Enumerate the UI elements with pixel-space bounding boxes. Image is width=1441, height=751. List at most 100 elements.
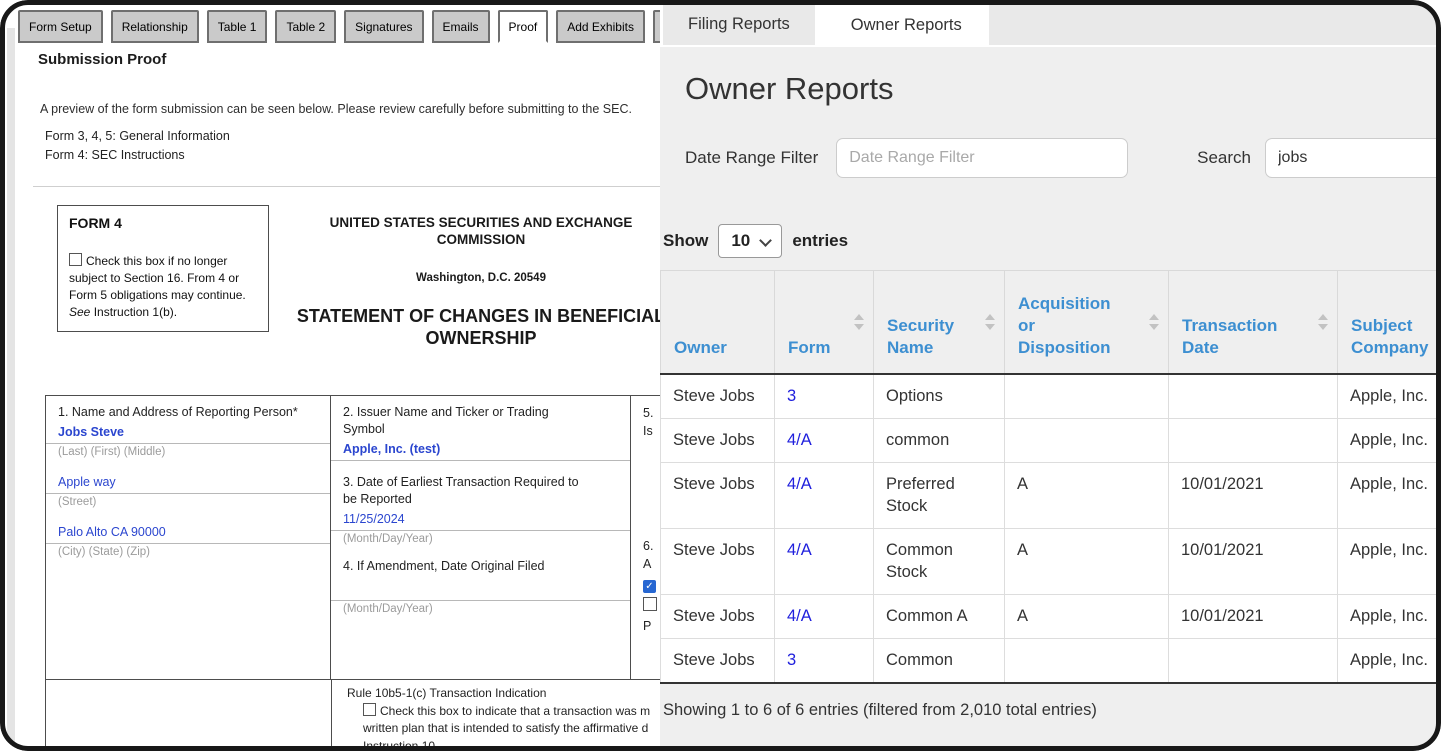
owner-reports-table: Owner Form Security Name Acquisition or … [660,270,1441,684]
owner-reports-panel: Filing Reports Owner Reports Owner Repor… [660,0,1441,751]
col-header-acquisition-or-disposition[interactable]: Acquisition or Disposition [1005,271,1169,375]
col-header-form[interactable]: Form [775,271,874,375]
instruction-ref: Instruction 1(b). [94,305,177,319]
section16-exit-check-label: Check this box if no longer subject to S… [69,253,257,321]
tab-owner-reports[interactable]: Owner Reports [826,3,987,47]
rule10b5-text-3: Instruction 10. [347,738,650,751]
proof-intro-text: A preview of the form submission can be … [40,102,632,116]
sort-icon[interactable] [1318,313,1328,331]
see-word: See [69,305,90,319]
cell-form: 4/A [775,595,874,639]
reporting-person-name: Jobs Steve [58,424,318,440]
cell-subject-company: Apple, Inc. [1338,595,1441,639]
joint-filing-checkbox[interactable] [643,597,657,611]
cell-transaction-date: 10/01/2021 [1169,595,1338,639]
rule10b5-checkbox[interactable] [363,703,376,716]
form-link[interactable]: 4/A [787,475,812,493]
date-range-filter-label: Date Range Filter [685,148,818,168]
tab-filing-reports[interactable]: Filing Reports [663,3,815,45]
col-header-security-name[interactable]: Security Name [874,271,1005,375]
tab-table-1[interactable]: Table 1 [207,10,268,43]
field-underline [331,600,630,601]
table-row: Steve Jobs 4/A Preferred Stock A 10/01/2… [661,463,1441,529]
col-label: Subject Company [1351,316,1428,357]
col-header-owner[interactable]: Owner [661,271,775,375]
sec-header-block: UNITED STATES SECURITIES AND EXCHANGE CO… [295,214,667,349]
cell-owner: Steve Jobs [661,419,775,463]
cell-subject-company: Apple, Inc. [1338,529,1441,595]
form-link[interactable]: 3 [787,651,796,669]
cell-transaction-date [1169,419,1338,463]
cell-owner: Steve Jobs [661,374,775,419]
table-info-text: Showing 1 to 6 of 6 entries (filtered fr… [660,684,1441,720]
sort-icon[interactable] [854,313,864,331]
date-format-hint: (Month/Day/Year) [343,603,618,615]
issuer-name: Apple, Inc. (test) [343,441,618,457]
field-underline [331,530,630,531]
cell-subject-company: Apple, Inc. [1338,463,1441,529]
tab-emails[interactable]: Emails [432,10,490,43]
individual-filing-checkbox-checked[interactable] [643,580,656,593]
sec-address: Washington, D.C. 20549 [295,272,667,284]
form-link[interactable]: 4/A [787,607,812,625]
earliest-transaction-date: 11/25/2024 [343,511,618,527]
cell-security-name: Common [874,639,1005,684]
tab-proof[interactable]: Proof [498,10,549,43]
window-edge-strip [7,28,15,742]
field-underline [46,493,330,494]
page-size-select[interactable]: 10 [718,224,782,258]
cell-acq-disp: A [1005,463,1169,529]
search-input[interactable] [1265,138,1441,178]
table-row: Steve Jobs 4/A Common A A 10/01/2021 App… [661,595,1441,639]
tab-relationship[interactable]: Relationship [111,10,199,43]
col-label: Transaction Date [1182,316,1277,357]
form-link[interactable]: 3 [787,387,796,405]
filing-editor-tabbar: Form Setup Relationship Table 1 Table 2 … [18,10,737,43]
form4-header-box: FORM 4 Check this box if no longer subje… [57,205,269,332]
tab-table-2[interactable]: Table 2 [275,10,336,43]
sort-icon[interactable] [1149,313,1159,331]
reporting-person-city: Palo Alto CA 90000 [58,524,318,540]
table-row: Steve Jobs 3 Options Apple, Inc. [661,374,1441,419]
form-link[interactable]: 4/A [787,431,812,449]
cell-subject-company: Apple, Inc. [1338,374,1441,419]
page-title: Submission Proof [38,51,166,68]
col-label: Security Name [887,316,954,357]
cell-acq-disp [1005,419,1169,463]
date-range-filter-input[interactable] [836,138,1128,178]
sort-icon[interactable] [985,313,995,331]
reporting-person-street: Apple way [58,474,318,490]
col-header-transaction-date[interactable]: Transaction Date [1169,271,1338,375]
col-header-subject-company[interactable]: Subject Company [1338,271,1441,375]
chevron-down-icon [759,234,772,247]
cell-transaction-date [1169,639,1338,684]
filter-row: Date Range Filter Search [660,138,1441,178]
cell-security-name: Common Stock [874,529,1005,595]
street-hint: (Street) [58,496,318,508]
date-format-hint: (Month/Day/Year) [343,533,618,545]
field-underline [46,443,330,444]
show-entries-row: Show 10 entries [660,224,1441,258]
cell-transaction-date: 10/01/2021 [1169,463,1338,529]
cell-form: 4/A [775,419,874,463]
cell-subject-company: Apple, Inc. [1338,419,1441,463]
doc-link-general-information[interactable]: Form 3, 4, 5: General Information [45,127,230,146]
col-label: Acquisition or Disposition [1018,294,1111,357]
section16-exit-checkbox[interactable] [69,253,82,266]
rule10b5-title: Rule 10b5-1(c) Transaction Indication [347,685,650,703]
form-link[interactable]: 4/A [787,541,812,559]
reporting-person-label: 1. Name and Address of Reporting Person* [58,404,318,421]
col-label: Owner [674,338,727,357]
screenshot-stage: Form Setup Relationship Table 1 Table 2 … [0,0,1441,751]
owner-reports-title: Owner Reports [685,71,1441,107]
divider [33,186,661,187]
header-row: Owner Form Security Name Acquisition or … [661,271,1441,375]
doc-link-sec-instructions[interactable]: Form 4: SEC Instructions [45,146,230,165]
reports-tabbar: Filing Reports Owner Reports [660,0,1441,47]
tab-signatures[interactable]: Signatures [344,10,423,43]
rule10b5-text-2: written plan that is intended to satisfy… [347,720,650,738]
tab-form-setup[interactable]: Form Setup [18,10,103,43]
tab-add-exhibits[interactable]: Add Exhibits [556,10,645,43]
cell-acq-disp [1005,639,1169,684]
table-row: Steve Jobs 4/A Common Stock A 10/01/2021… [661,529,1441,595]
